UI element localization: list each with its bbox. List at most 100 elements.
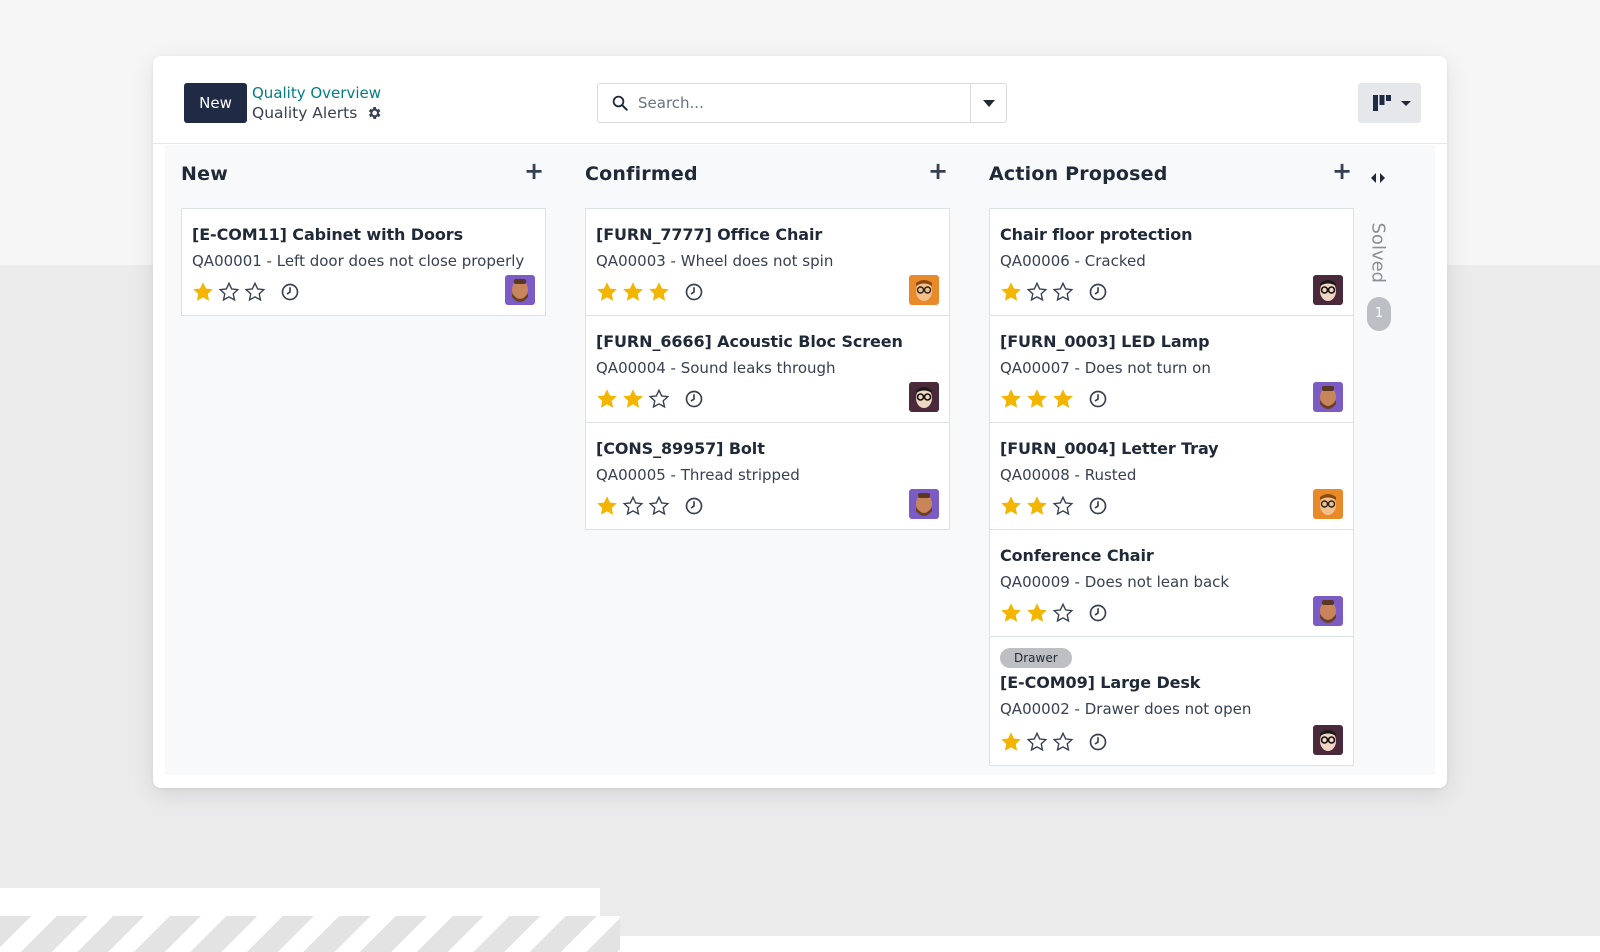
kanban-card[interactable]: [E-COM11] Cabinet with Doors QA00001 - L… [181, 208, 546, 316]
avatar [505, 275, 535, 305]
column-title: Action Proposed [989, 163, 1168, 185]
tag-badge: Drawer [1000, 648, 1072, 668]
column-header: Confirmed + [585, 145, 950, 209]
breadcrumb-parent-link[interactable]: Quality Overview [252, 84, 381, 102]
avatar [1313, 382, 1343, 412]
star-icon[interactable] [648, 281, 670, 303]
search-input[interactable] [638, 85, 958, 121]
star-icon[interactable] [218, 281, 240, 303]
star-icon[interactable] [1052, 731, 1074, 753]
control-panel: New Quality Overview Quality Alerts [153, 56, 1447, 144]
star-icon[interactable] [648, 388, 670, 410]
star-icon[interactable] [1000, 388, 1022, 410]
expand-arrows-icon[interactable] [1368, 171, 1388, 185]
star-icon[interactable] [192, 281, 214, 303]
column-title: Confirmed [585, 163, 698, 185]
plus-icon[interactable]: + [1330, 159, 1354, 183]
card-subtitle: QA00006 - Cracked [1000, 252, 1146, 270]
star-icon[interactable] [596, 495, 618, 517]
clock-icon[interactable] [280, 282, 300, 302]
card-footer [1000, 602, 1108, 624]
star-icon[interactable] [1026, 495, 1048, 517]
star-icon[interactable] [622, 495, 644, 517]
star-icon[interactable] [1000, 281, 1022, 303]
star-icon[interactable] [1000, 731, 1022, 753]
star-icon[interactable] [648, 495, 670, 517]
card-title: [CONS_89957] Bolt [596, 439, 765, 458]
app-window: New Quality Overview Quality Alerts Sear… [153, 56, 1447, 788]
kanban-column-action-proposed: Action Proposed + Chair floor protection… [989, 145, 1354, 766]
star-icon[interactable] [1052, 495, 1074, 517]
kanban-view-icon [1373, 95, 1391, 111]
star-icon[interactable] [1000, 495, 1022, 517]
star-icon[interactable] [1052, 281, 1074, 303]
kanban-board: New + [E-COM11] Cabinet with Doors QA000… [165, 145, 1435, 775]
search-icon [612, 95, 628, 111]
gear-icon[interactable] [366, 105, 382, 121]
star-icon[interactable] [1026, 388, 1048, 410]
card-subtitle: QA00008 - Rusted [1000, 466, 1137, 484]
avatar [1313, 596, 1343, 626]
caret-down-icon [983, 100, 995, 107]
star-icon[interactable] [596, 281, 618, 303]
card-footer [596, 495, 704, 517]
clock-icon[interactable] [1088, 282, 1108, 302]
view-switcher-button[interactable] [1358, 83, 1421, 123]
decorative-stripes [0, 916, 620, 952]
star-icon[interactable] [1026, 602, 1048, 624]
avatar [909, 382, 939, 412]
search-options-toggle[interactable] [970, 84, 1006, 122]
card-footer [1000, 388, 1108, 410]
card-subtitle: QA00003 - Wheel does not spin [596, 252, 834, 270]
star-icon[interactable] [1000, 602, 1022, 624]
clock-icon[interactable] [684, 389, 704, 409]
star-icon[interactable] [244, 281, 266, 303]
column-header: New + [181, 145, 546, 209]
card-title: [FURN_6666] Acoustic Bloc Screen [596, 332, 903, 351]
clock-icon[interactable] [1088, 732, 1108, 752]
kanban-card[interactable]: Drawer [E-COM09] Large Desk QA00002 - Dr… [989, 636, 1354, 766]
plus-icon[interactable]: + [926, 159, 950, 183]
star-icon[interactable] [1026, 281, 1048, 303]
card-subtitle: QA00005 - Thread stripped [596, 466, 800, 484]
column-header: Action Proposed + [989, 145, 1354, 209]
card-subtitle: QA00002 - Drawer does not open [1000, 700, 1252, 718]
card-footer [1000, 731, 1108, 753]
star-icon[interactable] [1052, 602, 1074, 624]
kanban-card[interactable]: Chair floor protection QA00006 - Cracked [989, 208, 1354, 316]
card-footer [1000, 495, 1108, 517]
new-button[interactable]: New [184, 83, 247, 123]
clock-icon[interactable] [1088, 496, 1108, 516]
card-title: [FURN_0004] Letter Tray [1000, 439, 1219, 458]
kanban-card[interactable]: [FURN_7777] Office Chair QA00003 - Wheel… [585, 208, 950, 316]
avatar [1313, 489, 1343, 519]
card-subtitle: QA00009 - Does not lean back [1000, 573, 1230, 591]
kanban-card[interactable]: [CONS_89957] Bolt QA00005 - Thread strip… [585, 422, 950, 530]
card-title: [E-COM11] Cabinet with Doors [192, 225, 463, 244]
avatar [909, 489, 939, 519]
clock-icon[interactable] [684, 496, 704, 516]
clock-icon[interactable] [684, 282, 704, 302]
card-title: Conference Chair [1000, 546, 1154, 565]
kanban-card[interactable]: Conference Chair QA00009 - Does not lean… [989, 529, 1354, 637]
card-title: Chair floor protection [1000, 225, 1193, 244]
kanban-column-new: New + [E-COM11] Cabinet with Doors QA000… [181, 145, 546, 316]
star-icon[interactable] [1026, 731, 1048, 753]
kanban-card[interactable]: [FURN_0004] Letter Tray QA00008 - Rusted [989, 422, 1354, 530]
clock-icon[interactable] [1088, 389, 1108, 409]
star-icon[interactable] [596, 388, 618, 410]
kanban-card[interactable]: [FURN_6666] Acoustic Bloc Screen QA00004… [585, 315, 950, 423]
kanban-card[interactable]: [FURN_0003] LED Lamp QA00007 - Does not … [989, 315, 1354, 423]
folded-column-title: Solved [1367, 222, 1389, 284]
star-icon[interactable] [622, 281, 644, 303]
star-icon[interactable] [622, 388, 644, 410]
star-icon[interactable] [1052, 388, 1074, 410]
plus-icon[interactable]: + [522, 159, 546, 183]
card-footer [1000, 281, 1108, 303]
folded-column-solved[interactable]: Solved 1 [1363, 167, 1393, 331]
card-footer [596, 388, 704, 410]
avatar [1313, 725, 1343, 755]
card-footer [596, 281, 704, 303]
clock-icon[interactable] [1088, 603, 1108, 623]
card-subtitle: QA00001 - Left door does not close prope… [192, 252, 525, 270]
